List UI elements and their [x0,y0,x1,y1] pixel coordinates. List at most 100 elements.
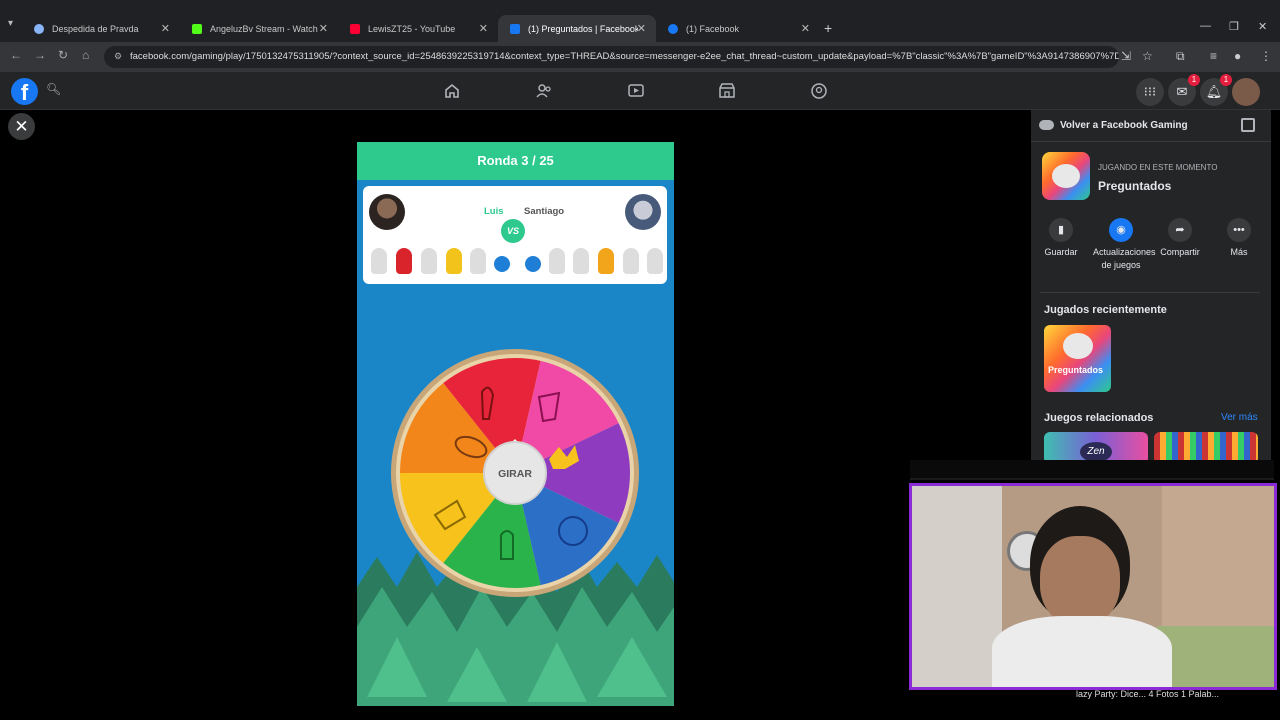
home-icon[interactable]: ⌂ [82,48,89,62]
see-more-link[interactable]: Ver más [1221,412,1258,423]
tab-title: Despedida de Pravda [52,23,139,34]
tab-list-icon[interactable]: ▾ [8,18,13,29]
install-icon[interactable]: ⇲ [1121,49,1131,63]
character-slot [647,248,663,274]
extensions-icon[interactable]: ⧉ [1176,49,1185,64]
save-label: Guardar [1044,247,1078,257]
game-mascot [1063,333,1093,359]
crown-slot-2 [525,256,541,272]
recent-game-name: Preguntados [1048,365,1104,375]
preguntados-game-icon[interactable] [1042,152,1090,200]
reload-icon[interactable]: ↻ [58,48,68,62]
bookmark-star-icon[interactable]: ☆ [1142,49,1153,63]
bookmark-icon: ▮ [1049,218,1073,242]
recently-played-heading: Jugados recientemente [1044,304,1167,316]
youtube-icon [350,23,360,34]
character-art [396,248,412,274]
game-canvas[interactable]: Ronda 3 / 25 Luis Santiago VS GIRAR [357,142,674,706]
vs-badge: VS [501,219,525,243]
menu-icon[interactable]: ⋮ [1260,49,1272,63]
back-icon[interactable]: ← [10,48,22,62]
globe-icon [34,23,44,34]
close-window-icon[interactable]: ✕ [1258,20,1267,33]
character-collection [369,248,663,276]
tab-title: (1) Facebook [686,23,740,34]
search-icon[interactable]: 🔍︎ [46,82,61,96]
video-nav-icon[interactable] [627,82,645,100]
marketplace-nav-icon[interactable] [718,82,736,100]
media-icon[interactable]: ≡ [1210,49,1217,63]
facebook-logo-icon[interactable]: f [11,78,38,105]
player2-avatar [625,194,661,230]
account-avatar[interactable] [1232,78,1260,106]
playing-now-label: JUGANDO EN ESTE MOMENTO [1098,163,1218,172]
tab-1[interactable]: Despedida de Pravda ✕ [22,15,180,42]
tab-4-active[interactable]: (1) Preguntados | Facebook ✕ [498,15,656,42]
apps-menu-icon[interactable]: ⁝⁝⁝ [1136,78,1164,106]
more-label: Más [1230,247,1248,257]
tab-2[interactable]: AngeluzBv Stream - Watch Live✕ [180,15,338,42]
player2-name: Santiago [524,206,565,217]
close-tab-icon[interactable]: ✕ [637,22,646,35]
round-counter: Ronda 3 / 25 [357,142,674,180]
facebook-icon [510,23,520,34]
minimize-icon[interactable]: — [1200,20,1211,32]
share-button[interactable]: ➦ Compartir [1155,218,1205,259]
person-face [1040,536,1120,626]
game-updates-label: Actualizaciones de juegos [1093,247,1156,270]
stream-caption: lazy Party: Dice... 4 Fotos 1 Palab... [1076,689,1220,699]
character-slot [573,248,589,274]
player1-name: Luis [484,206,504,217]
crown-slot-1 [494,256,510,272]
notification-badge: 1 [1220,74,1232,86]
tab-5[interactable]: (1) Facebook ✕ [656,15,820,42]
gaming-nav-icon[interactable] [810,82,828,100]
bed [1157,626,1274,687]
maximize-icon[interactable]: ❐ [1229,20,1239,33]
new-tab-icon[interactable]: + [824,20,832,36]
character-slot [421,248,437,274]
url-text: facebook.com/gaming/play/175013247531190… [130,51,1119,62]
forward-icon[interactable]: → [34,48,46,62]
more-button[interactable]: ••• Más [1214,218,1264,259]
character-slot [470,248,486,274]
game-mascot [1052,164,1080,188]
save-button[interactable]: ▮ Guardar [1036,218,1086,259]
url-field[interactable]: ⚙ facebook.com/gaming/play/17501324753119… [104,46,1119,68]
messenger-badge: 1 [1188,74,1200,86]
character-slot [549,248,565,274]
character-slot [371,248,387,274]
home-nav-icon[interactable] [443,82,461,100]
wall-right [1162,486,1274,626]
kick-icon [192,23,202,34]
spin-label: GIRAR [498,468,532,480]
close-tab-icon[interactable]: ✕ [479,22,488,35]
profile-icon[interactable]: ● [1234,49,1241,63]
facebook-icon [668,23,678,34]
notifications-icon[interactable]: 🔔︎ 1 [1200,74,1232,106]
webcam-feed [909,483,1277,690]
back-to-gaming-link[interactable]: Volver a Facebook Gaming [1031,110,1271,142]
tab-title: AngeluzBv Stream - Watch Live [210,23,320,34]
recent-game-tile[interactable]: Preguntados [1044,325,1111,392]
close-tab-icon[interactable]: ✕ [801,22,810,35]
share-label: Compartir [1160,247,1200,257]
friends-nav-icon[interactable] [535,82,553,100]
tab-3[interactable]: LewisZT25 - YouTube ✕ [338,15,498,42]
back-label: Volver a Facebook Gaming [1060,120,1188,131]
site-info-icon[interactable]: ⚙ [114,51,122,62]
tab-title: (1) Preguntados | Facebook [528,23,638,34]
game-updates-button[interactable]: ◉ Actualizaciones de juegos [1093,218,1156,272]
close-tab-icon[interactable]: ✕ [319,22,328,35]
close-game-button[interactable]: ✕ [8,113,35,140]
players-card: Luis Santiago VS [363,186,667,284]
person-shirt [992,616,1172,687]
character-entertainment [446,248,462,274]
close-tab-icon[interactable]: ✕ [161,22,170,35]
spin-wheel[interactable]: GIRAR [389,347,641,599]
overlay-top-bar [910,460,1274,480]
collapse-panel-icon[interactable] [1241,118,1255,132]
current-game-name[interactable]: Preguntados [1098,179,1171,193]
messenger-icon[interactable]: ✉ 1 [1168,74,1200,106]
more-icon: ••• [1227,218,1251,242]
